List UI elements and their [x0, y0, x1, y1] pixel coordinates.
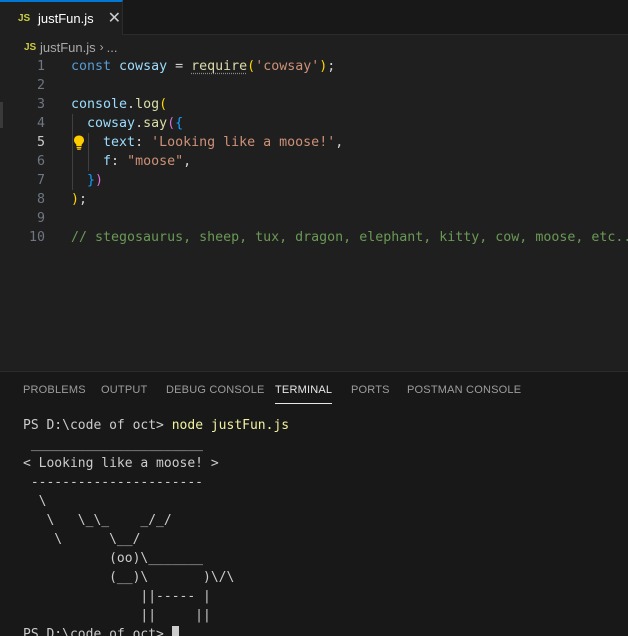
- terminal-output-line: \ \_\_ _/_/: [23, 513, 172, 528]
- line-number: 3: [36, 97, 45, 112]
- tab-postman-console[interactable]: POSTMAN CONSOLE: [407, 384, 521, 404]
- line-number: 10: [28, 230, 45, 245]
- code-line[interactable]: 10 // stegosaurus, sheep, tux, dragon, el…: [0, 228, 628, 247]
- code-line[interactable]: 4 cowsay.say({: [0, 114, 628, 133]
- code-line[interactable]: 8);: [0, 190, 628, 209]
- code-token: ): [71, 192, 80, 207]
- terminal-cursor: [171, 626, 179, 636]
- terminal-output-line: \ \__/: [23, 532, 141, 547]
- code-token: require: [191, 59, 248, 74]
- code-text: text: 'Looking like a moose!',: [71, 133, 343, 152]
- code-token: f: [103, 154, 112, 169]
- code-token: (: [247, 59, 256, 74]
- code-text: // stegosaurus, sheep, tux, dragon, elep…: [71, 228, 628, 247]
- code-text: cowsay.say({: [71, 114, 183, 133]
- code-text: const cowsay = require('cowsay');: [71, 57, 335, 76]
- terminal-command-line: PS D:\code of oct> node justFun.js: [23, 416, 289, 435]
- line-number: 1: [36, 59, 45, 74]
- terminal-output-line: < Looking like a moose! >: [23, 456, 219, 471]
- code-token: say: [143, 116, 168, 131]
- code-line[interactable]: 7 }): [0, 171, 628, 190]
- terminal-output-line: \: [23, 494, 47, 509]
- code-line[interactable]: 5 text: 'Looking like a moose!',: [0, 133, 628, 152]
- code-token: ;: [79, 192, 88, 207]
- tab-terminal[interactable]: TERMINAL: [275, 384, 333, 404]
- tab-bar: JS justFun.js ✕: [0, 0, 628, 35]
- code-token: .: [127, 97, 136, 112]
- code-editor[interactable]: 1 const cowsay = require('cowsay'); 2 3 cons…: [0, 57, 628, 371]
- terminal-command: node justFun.js: [171, 418, 290, 433]
- code-token: :: [111, 154, 128, 169]
- code-token: console: [71, 97, 128, 112]
- terminal-output-line: ||----- |: [23, 589, 211, 604]
- breadcrumb-symbols[interactable]: ...: [107, 40, 118, 55]
- tab-debug-console[interactable]: DEBUG CONSOLE: [166, 384, 265, 404]
- tab-justfun-js[interactable]: JS justFun.js ✕: [0, 0, 123, 35]
- code-text: f: "moose",: [71, 152, 191, 171]
- bottom-panel: PROBLEMS OUTPUT DEBUG CONSOLE TERMINAL P…: [0, 371, 628, 636]
- close-icon[interactable]: ✕: [108, 10, 121, 27]
- code-token: .: [135, 116, 144, 131]
- code-token: ,: [335, 135, 344, 150]
- breadcrumb-file[interactable]: justFun.js: [40, 40, 96, 55]
- code-token: =: [167, 59, 192, 74]
- code-token: "moose": [127, 154, 184, 169]
- code-token: {: [175, 116, 184, 131]
- code-token: text: [103, 135, 136, 150]
- terminal-prompt: PS D:\code of oct>: [23, 418, 172, 433]
- code-token: ;: [327, 59, 336, 74]
- code-token: ): [95, 173, 104, 188]
- code-line[interactable]: 2: [0, 76, 628, 95]
- line-number: 9: [36, 211, 45, 226]
- code-token: log: [135, 97, 160, 112]
- code-token: 'cowsay': [255, 59, 320, 74]
- terminal-output-line: ----------------------: [23, 475, 204, 490]
- line-number: 8: [36, 192, 45, 207]
- code-token: :: [135, 135, 152, 150]
- code-token: 'Looking like a moose!': [151, 135, 336, 150]
- code-token: (: [167, 116, 176, 131]
- code-line[interactable]: 1 const cowsay = require('cowsay');: [0, 57, 628, 76]
- code-text: );: [71, 190, 87, 209]
- chevron-right-icon: ›: [99, 40, 104, 54]
- code-token: const: [71, 59, 120, 74]
- tab-label: justFun.js: [38, 11, 94, 26]
- terminal-prompt: PS D:\code of oct>: [23, 627, 172, 636]
- terminal-output-line: (oo)\_______: [23, 551, 204, 566]
- code-token: }: [87, 173, 96, 188]
- tab-ports[interactable]: PORTS: [351, 384, 390, 404]
- line-number: 7: [36, 173, 45, 188]
- line-number: 5: [36, 135, 45, 150]
- code-token: ,: [183, 154, 192, 169]
- terminal-output-line: || ||: [23, 608, 211, 623]
- code-token: cowsay: [87, 116, 136, 131]
- breadcrumb: JS justFun.js › ...: [0, 36, 628, 58]
- line-number: 2: [36, 78, 45, 93]
- code-line[interactable]: 9: [0, 209, 628, 228]
- line-number: 6: [36, 154, 45, 169]
- code-text: }): [71, 171, 103, 190]
- terminal[interactable]: PS D:\code of oct> node justFun.js _____…: [23, 416, 289, 636]
- panel-tabs: PROBLEMS OUTPUT DEBUG CONSOLE TERMINAL P…: [0, 372, 628, 410]
- lightbulb-icon[interactable]: [73, 135, 85, 150]
- javascript-file-icon: JS: [18, 13, 31, 24]
- terminal-final-prompt: PS D:\code of oct>: [23, 625, 289, 636]
- code-line[interactable]: 6 f: "moose",: [0, 152, 628, 171]
- code-token: (: [159, 97, 168, 112]
- code-token: cowsay: [119, 59, 168, 74]
- code-line[interactable]: 3 console.log(: [0, 95, 628, 114]
- code-text: console.log(: [71, 95, 167, 114]
- tab-output[interactable]: OUTPUT: [101, 384, 147, 404]
- terminal-output-line: ______________________: [23, 437, 204, 452]
- tab-problems[interactable]: PROBLEMS: [23, 384, 86, 404]
- terminal-output-line: (__)\ )\/\: [23, 570, 235, 585]
- line-number: 4: [36, 116, 45, 131]
- javascript-file-icon: JS: [24, 41, 37, 53]
- code-token: // stegosaurus, sheep, tux, dragon, elep…: [71, 230, 628, 245]
